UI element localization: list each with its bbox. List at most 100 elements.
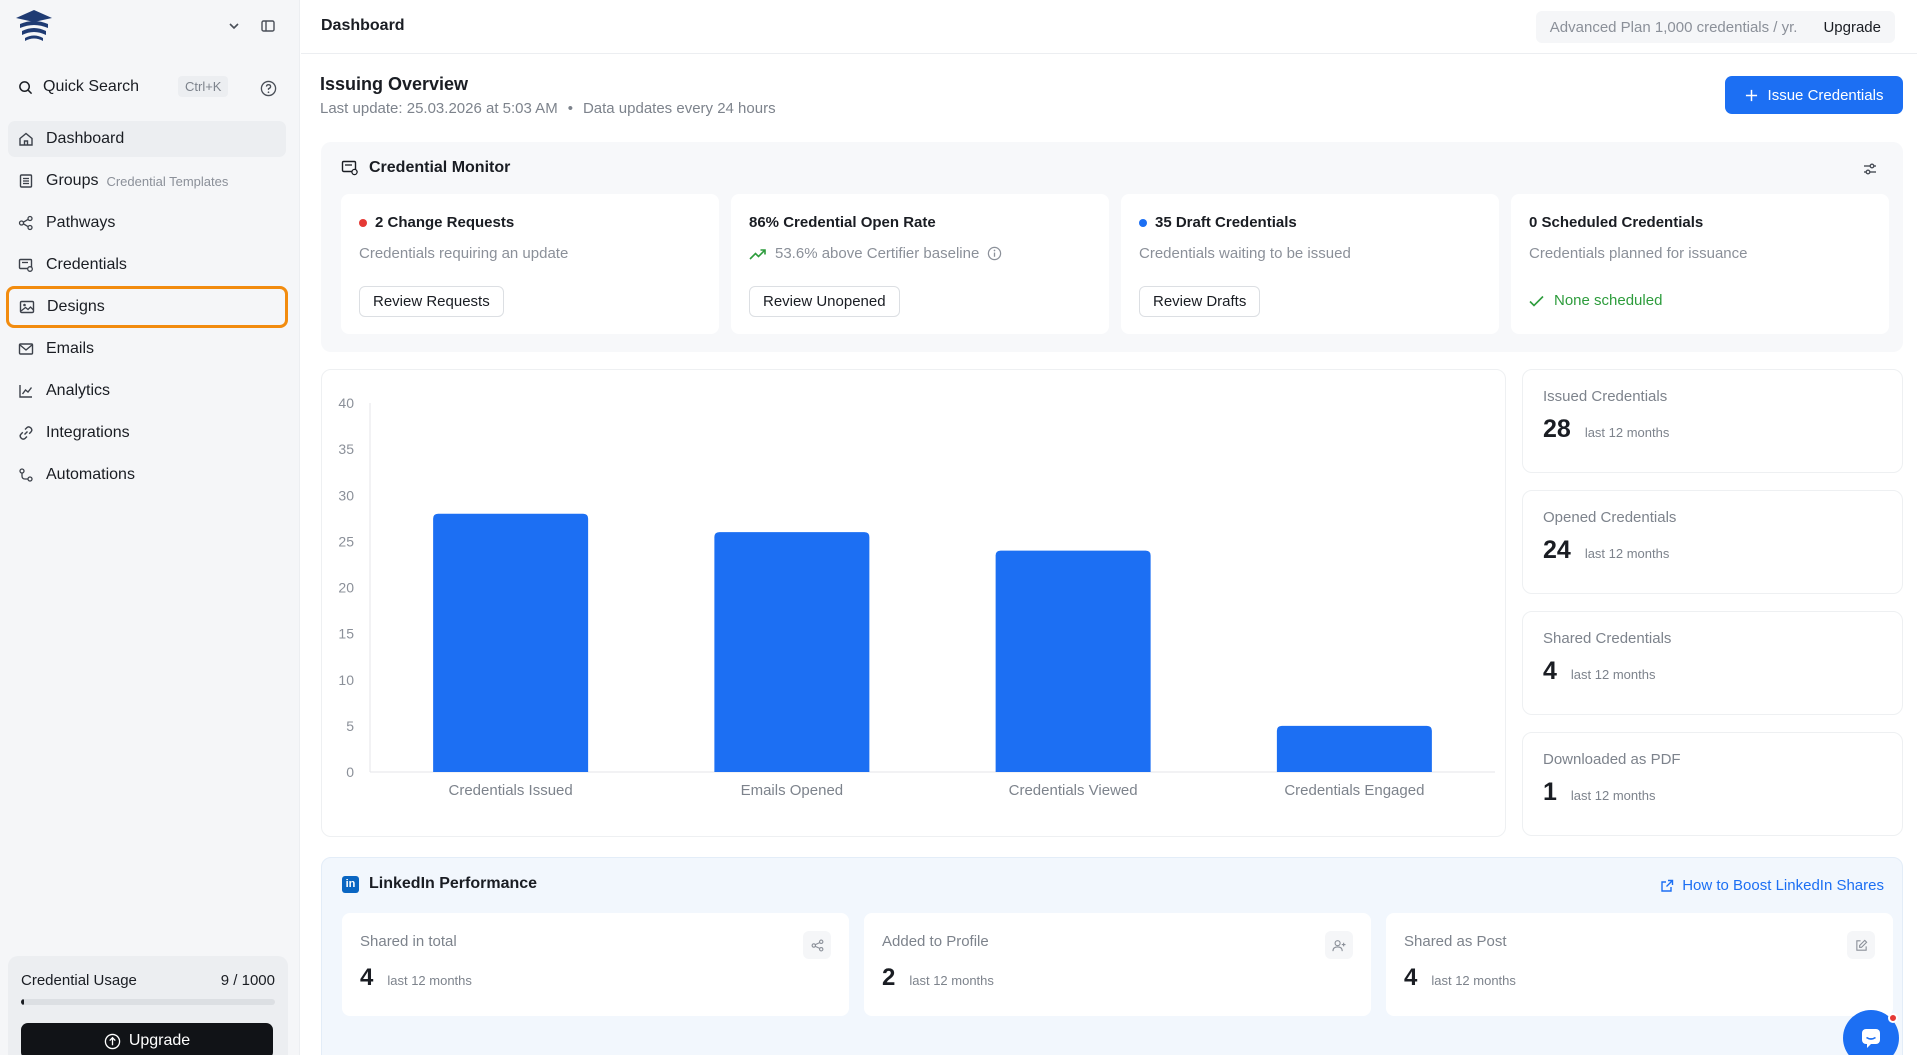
sidebar-item-sublabel: Credential Templates — [106, 173, 229, 189]
issue-credentials-label: Issue Credentials — [1767, 86, 1884, 104]
sidebar-item-groups[interactable]: Groups Credential Templates — [8, 163, 286, 199]
bar — [433, 513, 589, 772]
brand-logo[interactable] — [14, 8, 54, 42]
boost-linkedin-link[interactable]: How to Boost LinkedIn Shares — [1660, 877, 1884, 894]
stat-card-shared: Shared Credentials 4 last 12 months — [1522, 611, 1903, 715]
update-note-text: Data updates every 24 hours — [582, 100, 776, 117]
x-category-label: Emails Opened — [741, 782, 844, 799]
linkedin-card-period: last 12 months — [1431, 973, 1516, 988]
linkedin-card-label: Added to Profile — [882, 933, 989, 950]
credential-usage-label: Credential Usage — [21, 972, 137, 989]
sidebar-item-credentials[interactable]: Credentials — [8, 247, 286, 283]
y-tick-label: 0 — [346, 764, 354, 780]
edit-icon — [1847, 931, 1875, 959]
bar — [714, 532, 870, 772]
monitor-card-subtitle: Credentials requiring an update — [359, 245, 569, 262]
sidebar-item-emails[interactable]: Emails — [8, 331, 286, 367]
plan-upgrade-link[interactable]: Upgrade — [1823, 19, 1881, 36]
y-tick-label: 35 — [338, 441, 354, 457]
plan-text: Advanced Plan 1,000 credentials / yr. — [1549, 18, 1798, 36]
issue-credentials-button[interactable]: Issue Credentials — [1725, 76, 1903, 114]
image-icon — [19, 300, 35, 314]
linkedin-card-period: last 12 months — [909, 973, 994, 988]
boost-linkedin-label: How to Boost LinkedIn Shares — [1682, 877, 1884, 894]
sidebar-item-label: Automations — [46, 466, 135, 483]
check-icon — [1529, 295, 1544, 307]
sidebar-item-dashboard[interactable]: Dashboard — [8, 121, 286, 157]
linkedin-card-shared-total: Shared in total 4 last 12 months — [342, 913, 849, 1016]
page-title: Dashboard — [321, 17, 405, 34]
review-drafts-button[interactable]: Review Drafts — [1139, 286, 1261, 317]
bar — [1276, 725, 1432, 772]
stat-value: 1 — [1543, 778, 1557, 806]
sidebar-item-automations[interactable]: Automations — [8, 457, 286, 493]
credential-monitor: Credential Monitor 2 Change Requests Cre… — [321, 142, 1903, 352]
sidebar-item-integrations[interactable]: Integrations — [8, 415, 286, 451]
linkedin-card-label: Shared in total — [360, 933, 457, 950]
sidebar-item-designs[interactable]: Designs — [6, 286, 288, 328]
blue-status-dot — [1139, 218, 1147, 227]
sliders-icon[interactable] — [1859, 158, 1881, 180]
linkedin-card-shared-post: Shared as Post 4 last 12 months — [1386, 913, 1893, 1016]
bar-chart-svg: 0 5 10 15 20 25 30 35 40 Credentials Issued Emails… — [338, 395, 1495, 799]
monitor-card-change-requests: 2 Change Requests Credentials requiring … — [341, 194, 719, 334]
linkedin-card-added-profile: Added to Profile 2 last 12 months — [864, 913, 1371, 1016]
linkedin-performance: in LinkedIn Performance How to Boost Lin… — [321, 857, 1903, 1055]
sidebar-item-analytics[interactable]: Analytics — [8, 373, 286, 409]
linkedin-card-value: 4 — [1404, 964, 1418, 991]
linkedin-card-period: last 12 months — [387, 973, 472, 988]
sidebar-item-pathways[interactable]: Pathways — [8, 205, 286, 241]
last-update-text: Last update: 25.03.2026 at 5:03 AM — [320, 100, 558, 117]
review-unopened-button[interactable]: Review Unopened — [749, 286, 900, 317]
monitor-card-scheduled: 0 Scheduled Credentials Credentials plan… — [1511, 194, 1889, 334]
sidebar-item-label: Designs — [47, 298, 105, 315]
collapse-sidebar-icon[interactable] — [256, 14, 280, 38]
monitor-card-title: 0 Scheduled Credentials — [1529, 214, 1704, 231]
link-icon — [19, 426, 33, 440]
credential-monitor-title: Credential Monitor — [369, 159, 511, 176]
chat-icon — [1862, 1029, 1880, 1048]
linkedin-icon: in — [342, 875, 359, 893]
monitor-icon — [341, 160, 358, 176]
linkedin-header: in LinkedIn Performance — [342, 875, 537, 893]
x-category-label: Credentials Engaged — [1284, 782, 1424, 799]
home-icon — [19, 132, 33, 146]
y-tick-label: 25 — [338, 533, 354, 549]
separator-dot: • — [567, 100, 573, 117]
search-shortcut-badge: Ctrl+K — [178, 76, 229, 97]
x-category-label: Credentials Issued — [449, 782, 573, 799]
sidebar-item-label: Pathways — [46, 214, 116, 231]
stat-period: last 12 months — [1570, 667, 1656, 682]
issuing-bar-chart: 0 5 10 15 20 25 30 35 40 Credentials Issued Emails… — [321, 369, 1506, 837]
monitor-card-subtitle: Credentials planned for issuance — [1529, 245, 1748, 262]
stat-value: 24 — [1543, 536, 1571, 564]
trending-up-icon — [749, 248, 766, 260]
sidebar-upgrade-button[interactable]: Upgrade — [21, 1023, 273, 1055]
credentials-icon — [18, 258, 33, 272]
stat-period: last 12 months — [1584, 425, 1670, 440]
linkedin-card-label: Shared as Post — [1404, 933, 1507, 950]
monitor-card-title: 2 Change Requests — [375, 214, 515, 231]
sidebar: Quick Search Ctrl+K Dashboard Groups Cre… — [0, 0, 300, 1055]
stat-label: Downloaded as PDF — [1543, 751, 1681, 768]
pathways-icon — [18, 215, 33, 231]
red-status-dot — [359, 218, 367, 227]
stat-value: 4 — [1543, 657, 1557, 685]
info-icon[interactable] — [987, 246, 1002, 261]
groups-icon — [19, 174, 33, 188]
monitor-card-open-rate: 86% Credential Open Rate 53.6% above Cer… — [731, 194, 1109, 334]
share-icon — [803, 931, 831, 959]
y-tick-label: 15 — [338, 626, 354, 642]
review-requests-button[interactable]: Review Requests — [359, 286, 504, 317]
bar — [995, 550, 1151, 772]
sidebar-item-label: Analytics — [46, 382, 111, 399]
none-scheduled-label: None scheduled — [1554, 292, 1663, 309]
y-tick-label: 40 — [338, 395, 354, 411]
y-tick-label: 10 — [338, 672, 354, 688]
linkedin-card-value: 2 — [882, 964, 896, 991]
monitor-card-title: 35 Draft Credentials — [1155, 214, 1297, 231]
stat-card-opened: Opened Credentials 24 last 12 months — [1522, 490, 1903, 594]
help-icon[interactable] — [256, 76, 280, 100]
workspace-chevron-down-icon[interactable] — [222, 14, 246, 38]
monitor-card-subtitle: Credentials waiting to be issued — [1139, 245, 1351, 262]
